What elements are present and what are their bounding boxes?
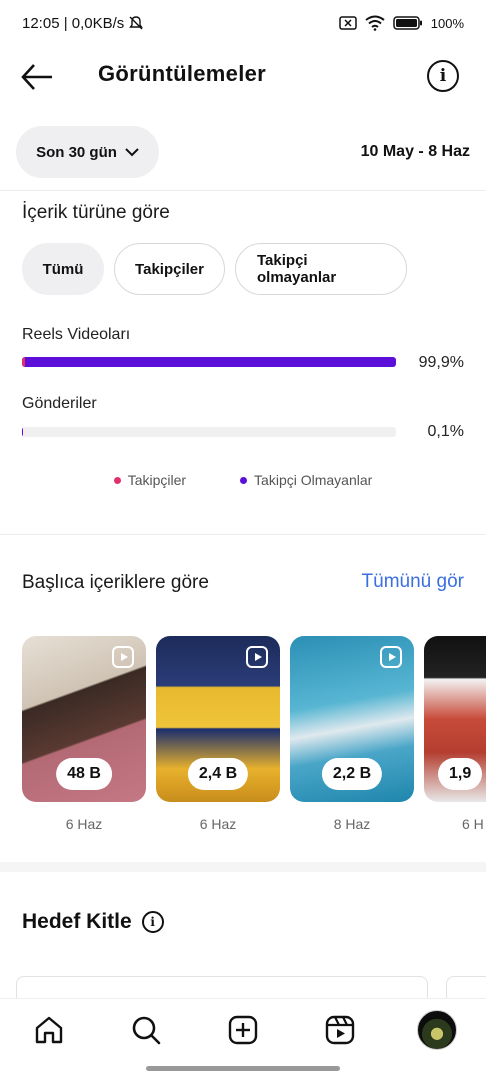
content-type-title: İçerik türüne göre	[22, 202, 170, 223]
reels-icon	[325, 1015, 355, 1044]
content-thumbnail[interactable]: 1,9	[424, 636, 486, 802]
battery-percent: 100%	[430, 15, 464, 31]
app-header: Görüntülemeler i	[0, 46, 486, 106]
metric-percent-reels: 99,9%	[418, 354, 464, 371]
date-range-text: 10 May - 8 Haz	[360, 143, 470, 160]
filter-row: Son 30 gün 10 May - 8 Haz	[0, 126, 486, 178]
thumbnail-date: 8 Haz	[333, 816, 371, 832]
audience-title: Hedef Kitle	[22, 910, 132, 933]
top-content-carousel: 48 B 2,4 B 2,2 B 1,9 6 Haz 6 Haz 8 Haz 6…	[22, 636, 486, 836]
metric-bar-posts	[22, 427, 396, 437]
legend-label-non-followers: Takipçi Olmayanlar	[254, 472, 373, 488]
info-button[interactable]: i	[427, 60, 459, 92]
nav-home[interactable]	[29, 1010, 69, 1050]
reels-badge-icon	[380, 646, 402, 668]
bottom-nav	[0, 998, 486, 1060]
metric-label-reels: Reels Videoları	[22, 326, 131, 343]
date-range-dropdown-label: Son 30 gün	[36, 143, 117, 161]
home-indicator[interactable]	[146, 1066, 340, 1071]
thumbnail-date: 6 Haz	[65, 816, 103, 832]
back-button[interactable]	[20, 62, 54, 92]
content-thumbnail[interactable]: 2,2 B	[290, 636, 414, 802]
audience-segment-control: Tümü Takipçiler Takipçi olmayanlar	[22, 243, 407, 295]
see-all-link[interactable]: Tümünü gör	[362, 571, 464, 593]
section-separator	[0, 862, 486, 872]
nav-reels[interactable]	[320, 1010, 360, 1050]
search-icon	[132, 1016, 161, 1044]
divider	[0, 190, 486, 191]
legend-label-followers: Takipçiler	[127, 472, 187, 488]
bell-muted-icon	[129, 16, 144, 30]
content-thumbnail[interactable]: 2,4 B	[156, 636, 280, 802]
wifi-icon	[365, 15, 385, 31]
legend: Takipçiler Takipçi Olmayanlar	[0, 472, 486, 488]
thumbnail-views: 2,2 B	[321, 758, 383, 790]
top-content-title: Başlıca içeriklere göre	[22, 572, 209, 593]
thumbnail-date: 6 Haz	[199, 816, 237, 832]
status-left: 12:05 | 0,0KB/s	[22, 15, 144, 32]
chevron-down-icon	[125, 147, 139, 156]
page-title: Görüntülemeler	[98, 61, 267, 86]
status-time: 12:05 | 0,0KB/s	[22, 14, 125, 32]
segment-non-followers[interactable]: Takipçi olmayanlar	[235, 243, 407, 295]
legend-item-followers: Takipçiler	[113, 472, 187, 488]
info-icon[interactable]: i	[141, 911, 164, 933]
thumbnail-views: 2,4 B	[187, 758, 249, 790]
nav-create[interactable]	[223, 1010, 263, 1050]
segment-followers[interactable]: Takipçiler	[114, 243, 225, 295]
metric-label-posts: Gönderiler	[22, 395, 97, 412]
avatar	[417, 1009, 458, 1050]
nav-profile[interactable]	[417, 1009, 458, 1050]
status-bar: 12:05 | 0,0KB/s 100%	[0, 0, 486, 46]
nav-search[interactable]	[126, 1010, 166, 1050]
divider	[0, 534, 486, 535]
home-icon	[35, 1016, 62, 1043]
thumbnail-views: 1,9	[438, 758, 483, 790]
reels-badge-icon	[246, 646, 268, 668]
info-icon: i	[439, 66, 447, 86]
metric-bar-reels	[22, 357, 396, 367]
reels-badge-icon	[112, 646, 134, 668]
metric-bar-reels-follower-portion	[22, 357, 25, 367]
legend-dot-non-followers	[240, 476, 248, 484]
legend-item-non-followers: Takipçi Olmayanlar	[240, 472, 372, 488]
thumbnail-date: 6 H	[462, 816, 484, 832]
metric-bar-reels-fill	[22, 357, 396, 367]
arrow-left-icon	[21, 64, 52, 90]
segment-all[interactable]: Tümü	[22, 243, 104, 295]
status-right: 100%	[339, 15, 464, 31]
content-thumbnail[interactable]: 48 B	[22, 636, 146, 802]
sim-icon	[339, 16, 357, 30]
add-icon	[228, 1015, 258, 1044]
audience-header: Hedef Kitle i	[22, 910, 164, 934]
thumbnail-views: 48 B	[56, 758, 112, 790]
metric-percent-posts: 0,1%	[427, 423, 464, 440]
battery-icon	[393, 16, 422, 30]
date-range-dropdown[interactable]: Son 30 gün	[16, 126, 159, 178]
legend-dot-followers	[113, 476, 121, 484]
